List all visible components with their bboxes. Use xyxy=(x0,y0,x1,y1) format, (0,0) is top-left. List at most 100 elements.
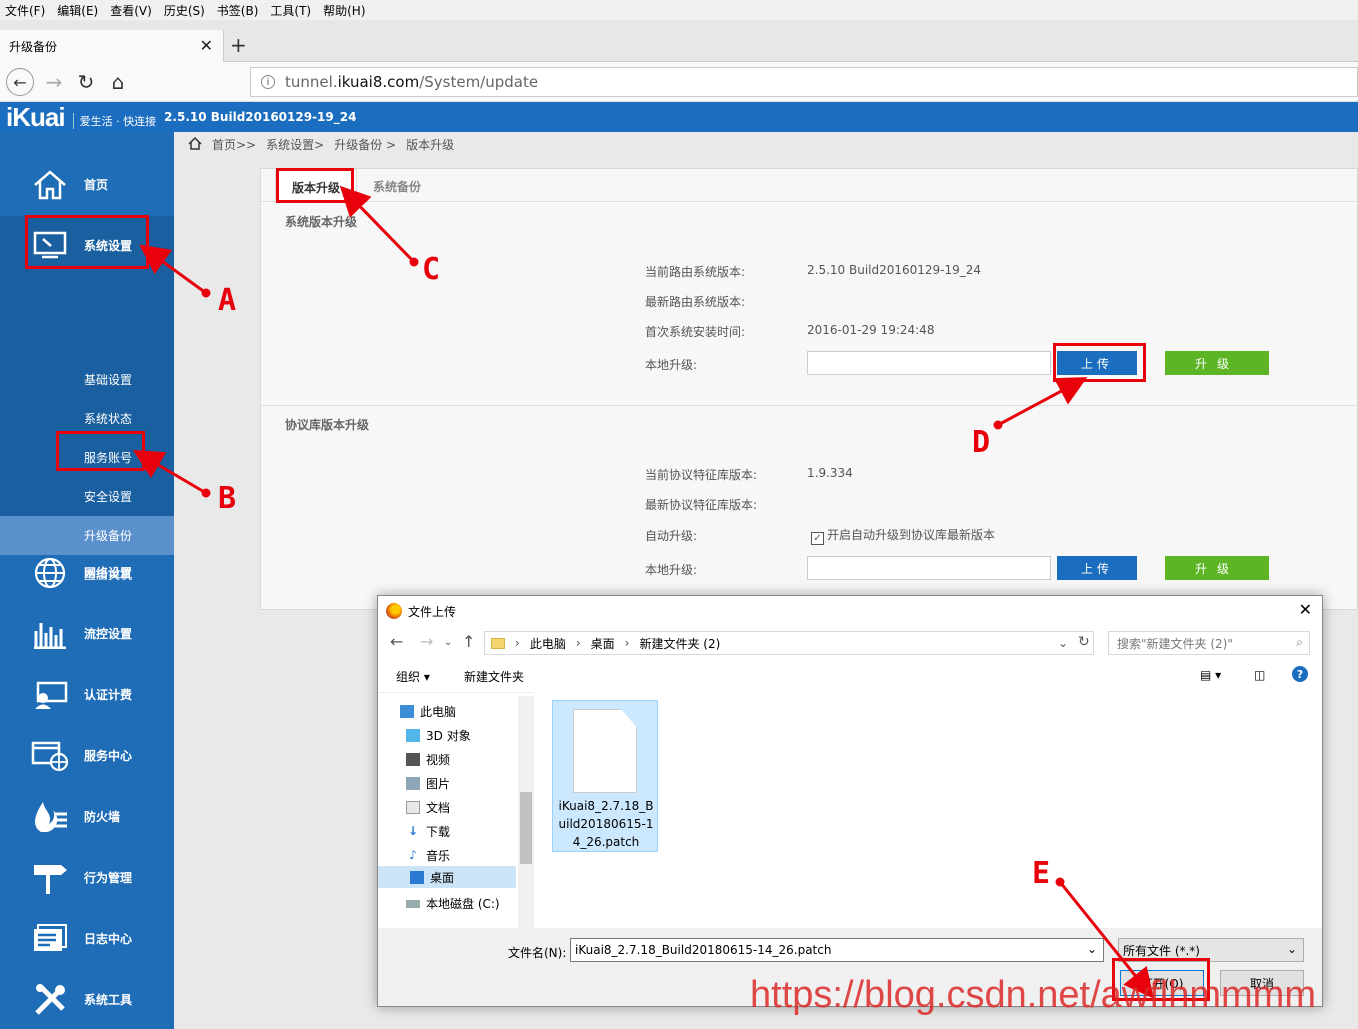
filename-value: iKuai8_2.7.18_Build20180615-14_26.patch xyxy=(575,943,832,957)
system-file-path-field[interactable] xyxy=(807,351,1051,375)
tree-documents[interactable]: 文档 xyxy=(406,799,450,816)
sidebar-subitem-basic[interactable]: 基础设置 xyxy=(0,360,174,399)
home-icon xyxy=(30,167,70,203)
tree-label: 3D 对象 xyxy=(426,729,471,743)
chevron-down-icon[interactable]: ⌄ xyxy=(1087,942,1097,956)
info-icon[interactable]: i xyxy=(261,75,275,89)
breadcrumb-home[interactable]: 首页>> xyxy=(212,136,256,153)
breadcrumb-system-settings[interactable]: 系统设置> xyxy=(266,136,324,153)
protocol-upgrade-title: 协议库版本升级 xyxy=(285,418,370,432)
music-icon: ♪ xyxy=(409,848,417,862)
picture-icon xyxy=(406,777,420,790)
tree-3d-objects[interactable]: 3D 对象 xyxy=(406,727,471,744)
sidebar-item-behavior[interactable]: 行为管理 xyxy=(0,847,174,908)
system-upgrade-button[interactable]: 升级 xyxy=(1165,351,1269,375)
tree-this-pc[interactable]: 此电脑 xyxy=(400,703,456,720)
path-segment[interactable]: 此电脑 xyxy=(530,635,566,652)
protocol-local-label: 本地升级: xyxy=(645,563,698,577)
dialog-close-icon[interactable]: ✕ xyxy=(1299,600,1312,619)
protocol-file-path-field[interactable] xyxy=(807,556,1051,580)
search-placeholder: 搜索"新建文件夹 (2)" xyxy=(1117,636,1233,651)
tree-label: 图片 xyxy=(426,777,451,791)
url-bar[interactable]: i tunnel. ikuai8.com/System/update xyxy=(250,67,1358,97)
sidebar-subitem-security[interactable]: 安全设置 xyxy=(0,477,174,516)
sidebar-item-log-center[interactable]: 日志中心 xyxy=(0,908,174,969)
file-item[interactable]: iKuai8_2.7.18_Build20180615-14_26.patch xyxy=(552,700,658,852)
breadcrumb-upgrade-backup[interactable]: 升级备份 > xyxy=(334,136,396,153)
menu-edit[interactable]: 编辑(E) xyxy=(57,2,98,19)
file-type-value: 所有文件 (*.*) xyxy=(1123,943,1200,958)
pc-icon xyxy=(400,705,414,718)
home-button-icon[interactable]: ⌂ xyxy=(104,68,132,96)
tree-downloads[interactable]: ↓ 下载 xyxy=(406,823,450,840)
sidebar-item-auth-billing[interactable]: 认证计费 xyxy=(0,664,174,725)
breadcrumb-home-icon[interactable] xyxy=(188,136,202,153)
dialog-path-bar[interactable]: › 此电脑 › 桌面 › 新建文件夹 (2) xyxy=(484,631,1094,655)
preview-pane-icon[interactable]: ◫ xyxy=(1254,668,1265,682)
sidebar-item-system-tools[interactable]: 系统工具 xyxy=(0,969,174,1029)
path-refresh-icon[interactable]: ↻ xyxy=(1078,634,1090,650)
chevron-right-icon: › xyxy=(575,636,581,650)
sidebar-item-flow-control[interactable]: 流控设置 xyxy=(0,603,174,664)
path-segment[interactable]: 桌面 xyxy=(591,635,615,652)
path-dropdown-icon[interactable]: ⌄ xyxy=(1058,636,1068,650)
chevron-down-icon: ⌄ xyxy=(1286,942,1297,956)
reload-icon[interactable]: ↻ xyxy=(72,68,100,96)
back-icon[interactable]: ← xyxy=(6,68,34,96)
protocol-current-label: 当前协议特征库版本: xyxy=(645,468,758,482)
download-icon: ↓ xyxy=(407,824,419,838)
upgrade-panel: 版本升级 系统备份 系统版本升级 当前路由系统版本: 2.5.10 Build2… xyxy=(260,168,1358,610)
tree-music[interactable]: ♪ 音乐 xyxy=(406,847,450,864)
tree-pictures[interactable]: 图片 xyxy=(406,775,450,792)
recent-dropdown-icon[interactable]: ⌄ xyxy=(444,637,452,648)
new-folder-button[interactable]: 新建文件夹 xyxy=(464,668,524,685)
menu-history[interactable]: 历史(S) xyxy=(164,2,205,19)
sidebar-item-home[interactable]: 首页 xyxy=(0,154,174,215)
nav-pane-scrollbar[interactable] xyxy=(518,696,534,928)
annotation-letter-d: D xyxy=(972,425,991,460)
view-options-icon[interactable]: ▤ ▾ xyxy=(1200,668,1221,682)
menu-bookmarks[interactable]: 书签(B) xyxy=(217,2,259,19)
firefox-icon xyxy=(386,603,402,619)
protocol-upgrade-button[interactable]: 升级 xyxy=(1165,556,1269,580)
annotation-box-a xyxy=(25,215,149,269)
dialog-up-icon[interactable]: ↑ xyxy=(462,632,475,651)
sidebar-item-network[interactable]: 网络设置 xyxy=(0,542,174,603)
auto-upgrade-option[interactable]: ✓ 开启自动升级到协议库最新版本 xyxy=(811,526,995,545)
browser-tab[interactable]: 升级备份 ✕ xyxy=(0,30,224,62)
filename-input[interactable]: iKuai8_2.7.18_Build20180615-14_26.patch … xyxy=(570,938,1104,962)
firmware-version: 2.5.10 Build20160129-19_24 xyxy=(164,110,357,124)
tree-videos[interactable]: 视频 xyxy=(406,751,450,768)
auto-upgrade-checkbox[interactable]: ✓ xyxy=(811,532,824,545)
scrollbar-thumb[interactable] xyxy=(520,792,532,864)
browser-menubar: 文件(F) 编辑(E) 查看(V) 历史(S) 书签(B) 工具(T) 帮助(H… xyxy=(0,0,1358,20)
new-tab-button[interactable]: + xyxy=(230,33,247,57)
tree-desktop[interactable]: 桌面 xyxy=(378,866,516,888)
help-icon[interactable]: ? xyxy=(1292,666,1308,682)
file-item-name: iKuai8_2.7.18_Build20180615-14_26.patch xyxy=(558,799,654,849)
annotation-letter-c: C xyxy=(422,252,441,287)
tree-local-disk[interactable]: 本地磁盘 (C:) xyxy=(406,895,500,912)
tab-system-backup[interactable]: 系统备份 xyxy=(357,169,437,201)
dialog-forward-icon[interactable]: → xyxy=(420,632,433,651)
dialog-back-icon[interactable]: ← xyxy=(390,632,403,651)
chevron-right-icon: › xyxy=(624,636,630,650)
organize-button[interactable]: 组织 ▾ xyxy=(396,668,430,685)
url-path: /System/update xyxy=(419,73,539,91)
file-upload-dialog: 文件上传 ✕ ← → ⌄ ↑ › 此电脑 › 桌面 › 新建文件夹 (2) ⌄ … xyxy=(377,595,1323,1007)
tree-label: 本地磁盘 (C:) xyxy=(426,897,500,911)
protocol-upload-button[interactable]: 上传 xyxy=(1057,556,1137,580)
menu-file[interactable]: 文件(F) xyxy=(5,2,45,19)
tab-divider xyxy=(261,201,1358,202)
forward-icon[interactable]: → xyxy=(40,68,68,96)
path-segment[interactable]: 新建文件夹 (2) xyxy=(639,635,720,652)
dialog-search-input[interactable]: 搜索"新建文件夹 (2)" ⌕ xyxy=(1108,631,1310,655)
sidebar-item-service-center[interactable]: 服务中心 xyxy=(0,725,174,786)
menu-help[interactable]: 帮助(H) xyxy=(323,2,365,19)
tools-icon xyxy=(30,982,70,1018)
sidebar-item-firewall[interactable]: 防火墙 xyxy=(0,786,174,847)
close-tab-icon[interactable]: ✕ xyxy=(200,36,213,55)
menu-view[interactable]: 查看(V) xyxy=(110,2,152,19)
dialog-toolbar: 组织 ▾ 新建文件夹 ▤ ▾ ◫ ? xyxy=(378,658,1322,692)
menu-tools[interactable]: 工具(T) xyxy=(270,2,311,19)
